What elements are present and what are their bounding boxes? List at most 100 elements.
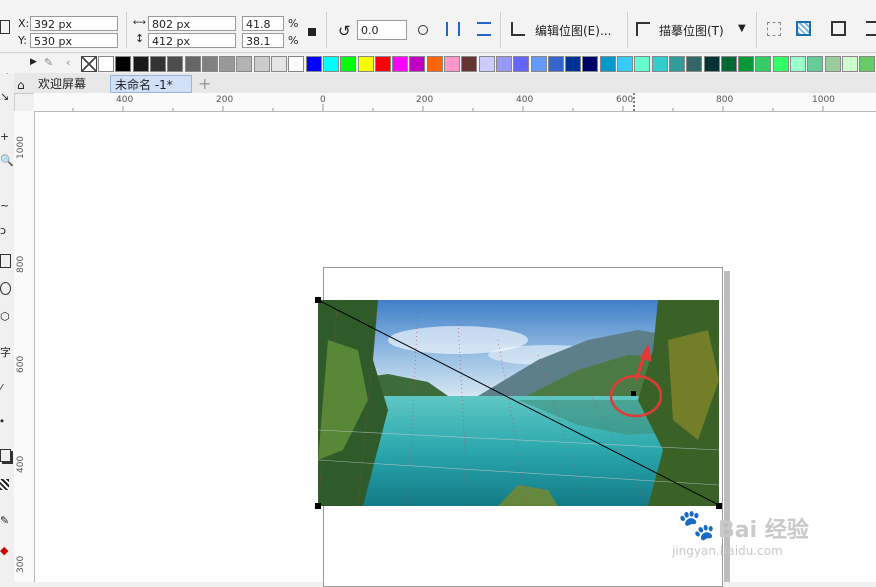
no-color-swatch[interactable]: [81, 56, 97, 72]
smart-draw-icon[interactable]: ↄ: [0, 224, 6, 237]
home-icon[interactable]: ⌂: [17, 78, 25, 92]
selection-handle-top-left[interactable]: [315, 297, 321, 303]
chevron-down-icon[interactable]: ▼: [738, 23, 746, 34]
palette-color-swatch[interactable]: [686, 56, 703, 72]
palette-color-swatch[interactable]: [790, 56, 806, 72]
palette-color-swatch[interactable]: [288, 56, 305, 72]
mirror-horizontal-icon[interactable]: [446, 22, 460, 36]
palette-color-swatch[interactable]: [149, 56, 166, 72]
ellipse-tool-icon[interactable]: [0, 282, 11, 295]
palette-color-swatch[interactable]: [305, 56, 322, 72]
tab-untitled-document[interactable]: 未命名 -1*: [110, 75, 192, 93]
palette-color-swatch[interactable]: [582, 56, 599, 72]
crop-tool-icon[interactable]: +: [0, 130, 9, 143]
palette-color-swatch[interactable]: [478, 56, 495, 72]
palette-color-swatch[interactable]: [547, 56, 564, 72]
palette-color-swatch[interactable]: [184, 56, 201, 72]
edit-bitmap-button[interactable]: 编辑位图(E)...: [535, 23, 611, 39]
crop-bitmap-icon[interactable]: [767, 22, 781, 36]
palette-color-swatch[interactable]: [253, 56, 270, 72]
palette-color-swatch[interactable]: [495, 56, 512, 72]
height-field[interactable]: 412 px: [148, 33, 236, 48]
height-icon: ↕: [135, 32, 145, 45]
edit-bitmap-icon[interactable]: [511, 22, 525, 36]
palette-chevron-icon[interactable]: ‹: [66, 56, 70, 69]
width-field[interactable]: 802 px: [148, 16, 236, 31]
ruler-tick-label: 400: [116, 95, 134, 105]
anchor-grid-icon[interactable]: [0, 20, 10, 34]
palette-color-swatch[interactable]: [738, 56, 755, 72]
connector-tool-icon[interactable]: ⬩: [0, 414, 4, 428]
palette-color-swatch[interactable]: [513, 56, 530, 72]
ruler-tick-label: 800: [16, 255, 26, 273]
palette-color-swatch[interactable]: [617, 56, 633, 72]
x-position-field[interactable]: 392 px: [30, 16, 118, 31]
selection-handle-bottom-right[interactable]: [716, 503, 722, 509]
palette-color-swatch[interactable]: [824, 56, 841, 72]
trace-bitmap-button[interactable]: 描摹位图(T): [659, 23, 724, 39]
palette-color-swatch[interactable]: [201, 56, 218, 72]
lock-ratio-icon[interactable]: [308, 28, 316, 36]
palette-eyedropper-icon[interactable]: ✎: [44, 56, 53, 69]
tab-welcome[interactable]: 欢迎屏幕: [34, 75, 108, 93]
scale-height-field[interactable]: 38.1: [242, 33, 284, 48]
palette-color-swatch[interactable]: [409, 56, 426, 72]
mirror-vertical-icon[interactable]: [477, 22, 491, 36]
trace-bitmap-icon[interactable]: [636, 22, 650, 36]
parallel-dimension-icon[interactable]: ⁄: [0, 382, 2, 395]
palette-color-swatch[interactable]: [841, 56, 858, 72]
paw-logo-icon: 🐾: [678, 508, 716, 543]
palette-color-swatch[interactable]: [374, 56, 391, 72]
ruler-tick-label: 400: [16, 455, 26, 473]
palette-color-swatch[interactable]: [444, 56, 460, 72]
rectangle-tool-icon[interactable]: [0, 254, 11, 268]
palette-color-swatch[interactable]: [651, 56, 668, 72]
rotation-angle-field[interactable]: 0.0: [357, 20, 407, 40]
resample-icon[interactable]: [796, 21, 811, 36]
palette-color-swatch[interactable]: [98, 56, 114, 72]
vertical-ruler[interactable]: 1000 800 600 400 300: [14, 111, 35, 582]
zoom-tool-icon[interactable]: 🔍: [0, 154, 14, 167]
palette-color-swatch[interactable]: [755, 56, 772, 72]
palette-color-swatch[interactable]: [426, 56, 443, 72]
palette-scroll-left-icon[interactable]: ▶: [30, 57, 37, 67]
palette-color-swatch[interactable]: [132, 56, 149, 72]
ruler-tick-label: 600: [616, 95, 634, 105]
shape-tool-icon[interactable]: ↘: [0, 90, 9, 103]
palette-color-swatch[interactable]: [772, 56, 789, 72]
palette-color-swatch[interactable]: [859, 56, 876, 72]
freehand-tool-icon[interactable]: ~: [0, 199, 9, 212]
horizontal-ruler[interactable]: 400 200 0 200 400 600 800 1000: [34, 93, 876, 112]
palette-color-swatch[interactable]: [340, 56, 357, 72]
palette-color-swatch[interactable]: [703, 56, 720, 72]
polygon-tool-icon[interactable]: ⬡: [0, 310, 10, 323]
palette-color-swatch[interactable]: [236, 56, 253, 72]
palette-color-swatch[interactable]: [565, 56, 582, 72]
menu-lines-icon[interactable]: [866, 21, 876, 36]
selection-handle-bottom-left[interactable]: [315, 503, 321, 509]
frame-icon[interactable]: [831, 21, 846, 36]
palette-color-swatch[interactable]: [530, 56, 547, 72]
palette-color-swatch[interactable]: [461, 56, 478, 72]
eyedropper-icon[interactable]: ✎: [0, 514, 9, 527]
fill-tool-icon[interactable]: ◆: [0, 544, 8, 557]
palette-color-swatch[interactable]: [167, 56, 184, 72]
scale-width-field[interactable]: 41.8: [242, 16, 284, 31]
palette-color-swatch[interactable]: [115, 56, 132, 72]
new-tab-button[interactable]: +: [194, 75, 212, 93]
palette-color-swatch[interactable]: [668, 56, 685, 72]
palette-color-swatch[interactable]: [392, 56, 409, 72]
y-position-field[interactable]: 530 px: [30, 33, 118, 48]
palette-color-swatch[interactable]: [357, 56, 374, 72]
palette-color-swatch[interactable]: [322, 56, 339, 72]
transparency-icon[interactable]: [0, 479, 9, 490]
palette-color-swatch[interactable]: [720, 56, 737, 72]
palette-color-swatch[interactable]: [271, 56, 287, 72]
text-tool-icon[interactable]: 字: [0, 344, 11, 360]
rotation-center-icon[interactable]: [418, 25, 428, 35]
palette-color-swatch[interactable]: [219, 56, 236, 72]
palette-color-swatch[interactable]: [634, 56, 651, 72]
drop-shadow-icon[interactable]: [0, 449, 11, 462]
palette-color-swatch[interactable]: [807, 56, 824, 72]
palette-color-swatch[interactable]: [599, 56, 616, 72]
